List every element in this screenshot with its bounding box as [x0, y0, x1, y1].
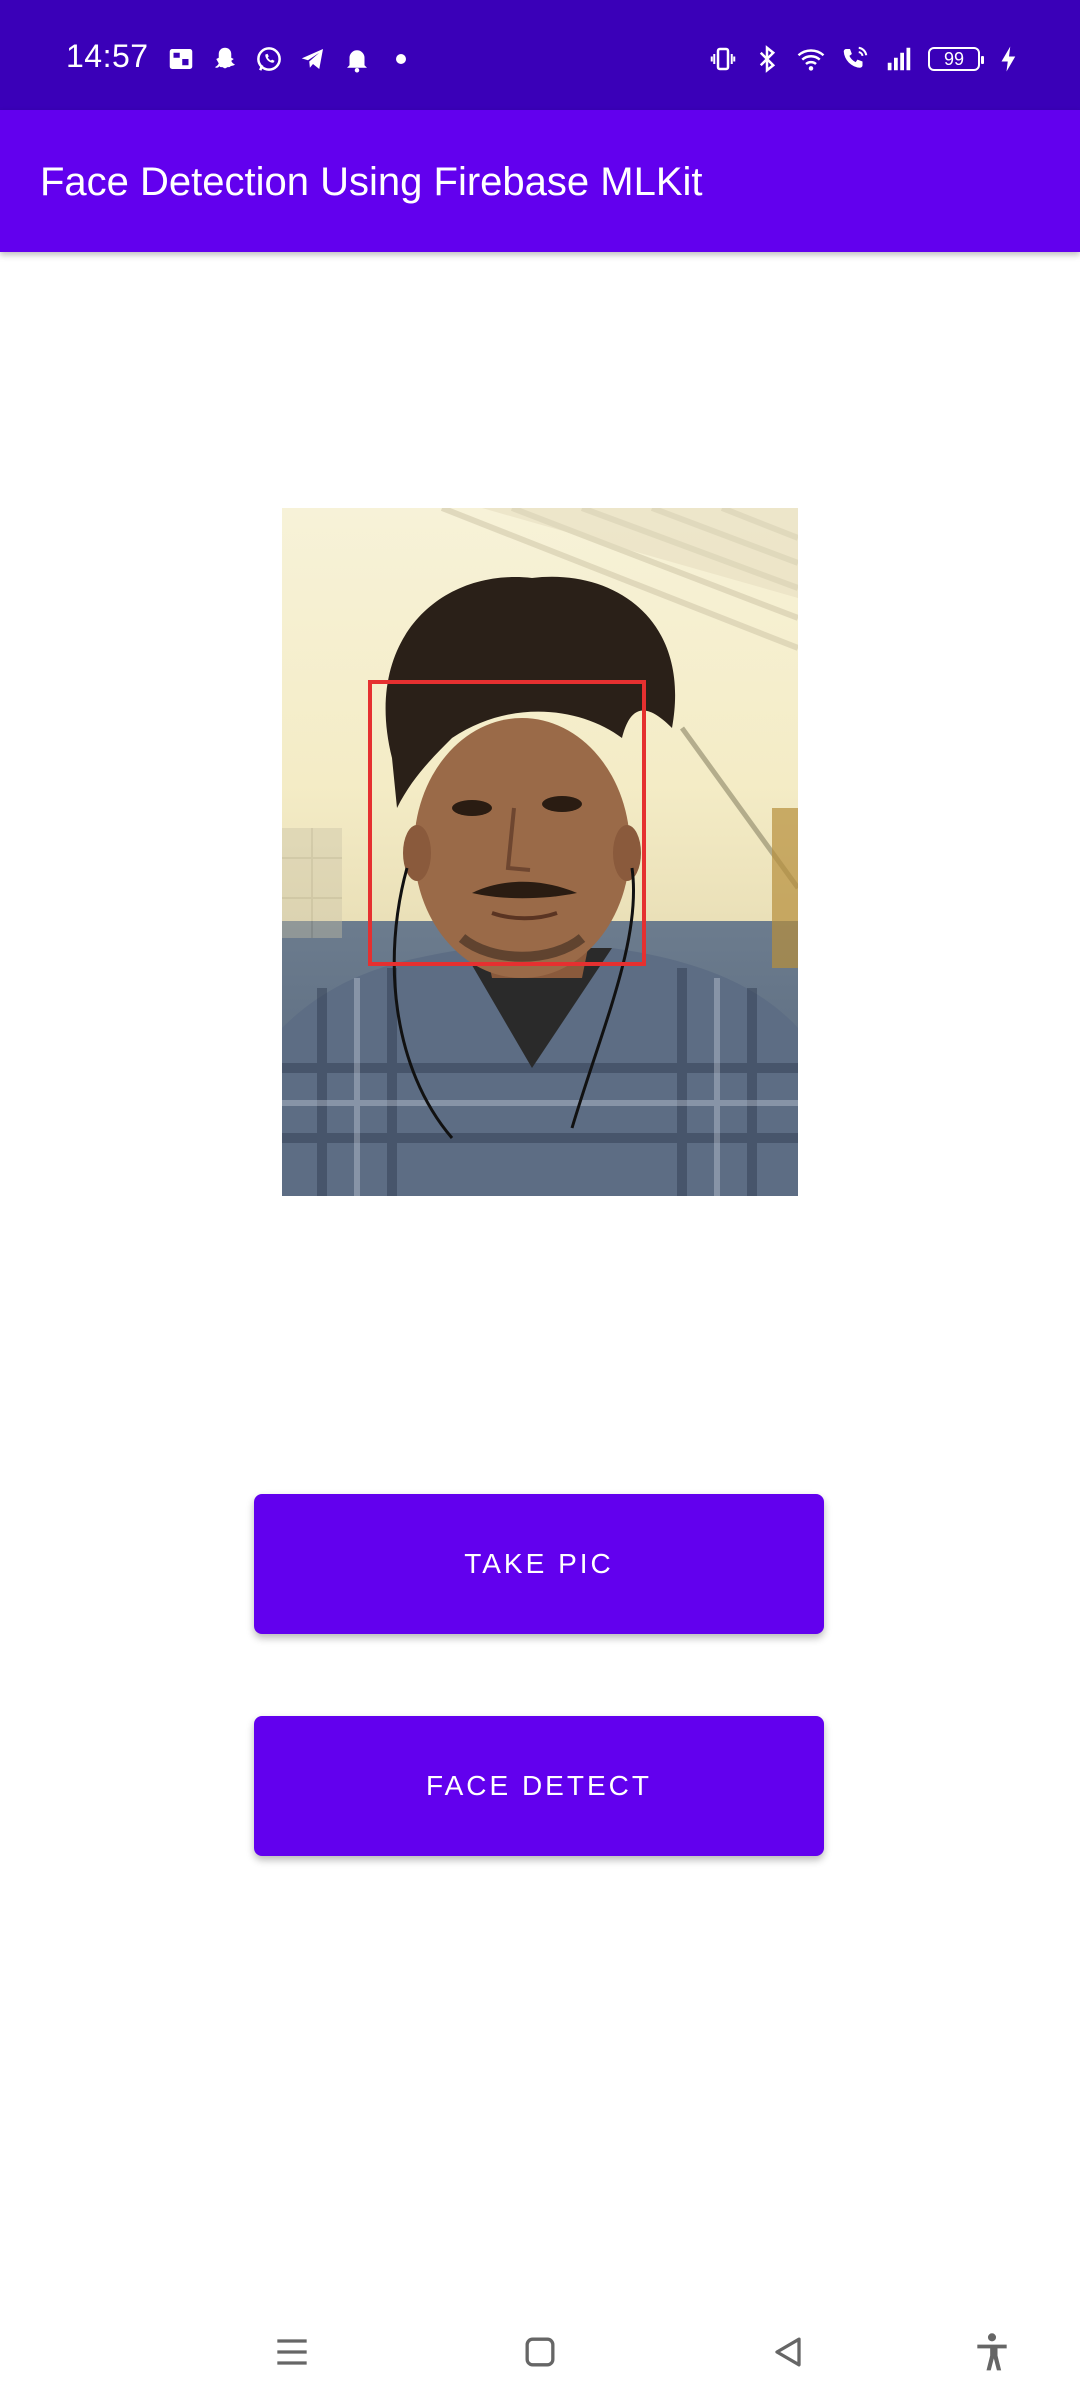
- telegram-icon: [298, 44, 328, 74]
- status-bar: 14:57 99: [0, 0, 1080, 110]
- home-icon[interactable]: [518, 2330, 562, 2374]
- face-detect-button[interactable]: FACE DETECT: [254, 1716, 824, 1856]
- take-pic-button[interactable]: TAKE PIC: [254, 1494, 824, 1634]
- accessibility-icon[interactable]: [970, 2330, 1014, 2374]
- vibrate-icon: [708, 44, 738, 74]
- wifi-icon: [796, 44, 826, 74]
- charging-icon: [994, 44, 1024, 74]
- face-detection-box: [368, 680, 646, 966]
- menu-icon[interactable]: [270, 2330, 314, 2374]
- battery-icon: 99: [928, 47, 984, 71]
- app-title: Face Detection Using Firebase MLKit: [40, 160, 703, 204]
- gallery-icon: [166, 44, 196, 74]
- screen: 14:57 99 Face Detection Using Firebase M…: [0, 0, 1080, 2400]
- bell-icon: [342, 44, 372, 74]
- whatsapp-icon: [254, 44, 284, 74]
- back-icon[interactable]: [766, 2330, 810, 2374]
- dot-icon: [386, 44, 416, 74]
- bluetooth-icon: [752, 44, 782, 74]
- snapchat-icon: [210, 44, 240, 74]
- system-icons: 99: [708, 44, 1024, 74]
- signal-icon: [884, 44, 914, 74]
- notification-icons: [166, 44, 416, 74]
- captured-photo: [282, 508, 798, 1196]
- wifi-calling-icon: [840, 44, 870, 74]
- app-bar: Face Detection Using Firebase MLKit: [0, 110, 1080, 252]
- status-time: 14:57: [66, 38, 149, 74]
- navigation-bar: [0, 2300, 1080, 2400]
